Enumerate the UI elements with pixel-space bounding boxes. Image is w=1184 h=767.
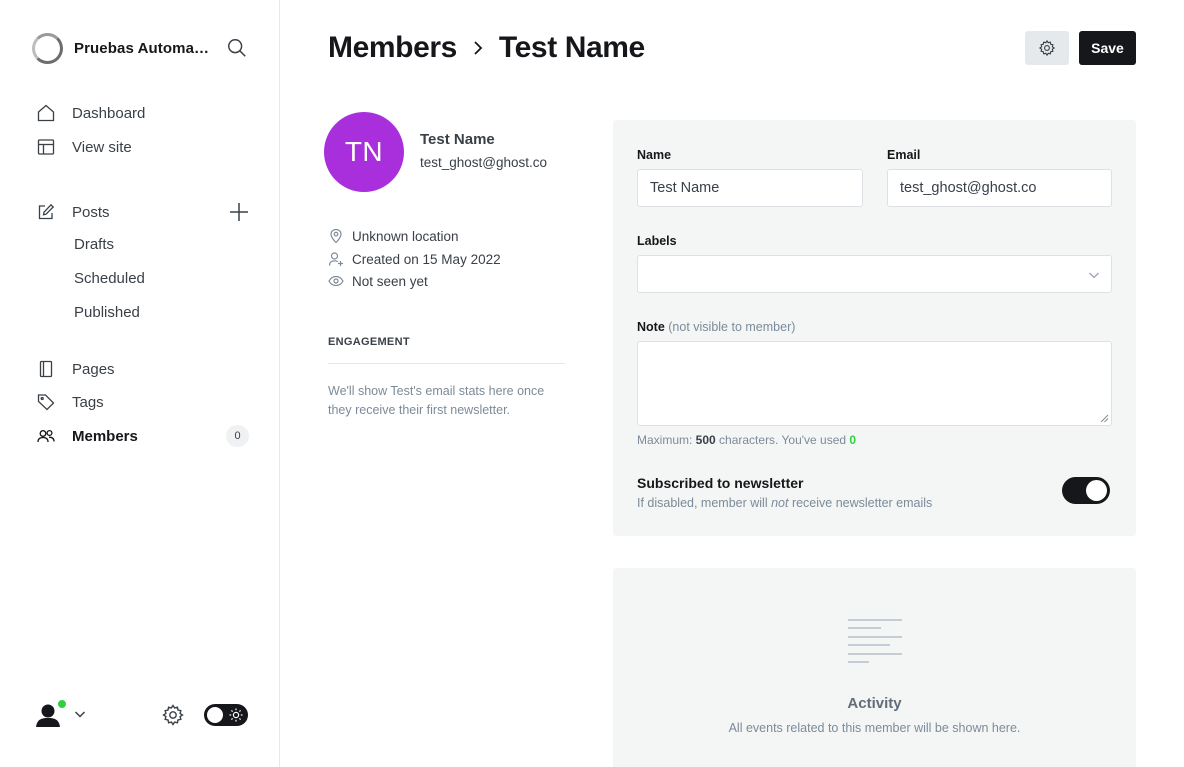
nav-posts[interactable]: Posts bbox=[36, 199, 110, 225]
member-details-form: Name Test Name Email test_ghost@ghost.co… bbox=[613, 120, 1136, 536]
member-location-text: Unknown location bbox=[352, 228, 459, 244]
counter-max: 500 bbox=[695, 433, 716, 447]
nav-tags[interactable]: Tags bbox=[36, 389, 104, 415]
activity-description: All events related to this member will b… bbox=[728, 721, 1021, 735]
name-label: Name bbox=[637, 148, 672, 162]
nav-tags-label: Tags bbox=[72, 393, 104, 411]
toggle-knob bbox=[1086, 480, 1107, 501]
members-icon bbox=[36, 426, 56, 446]
nav-view-site-label: View site bbox=[72, 138, 132, 156]
nav-pages-label: Pages bbox=[72, 360, 115, 378]
newsletter-title: Subscribed to newsletter bbox=[637, 475, 804, 491]
layout-icon bbox=[36, 137, 56, 157]
member-last-seen-text: Not seen yet bbox=[352, 273, 428, 289]
member-avatar: TN bbox=[324, 112, 404, 192]
home-icon bbox=[36, 103, 56, 123]
nav-view-site[interactable]: View site bbox=[36, 134, 132, 160]
member-actions-button[interactable] bbox=[1025, 31, 1069, 65]
site-logo bbox=[32, 32, 63, 64]
resize-grip-icon[interactable] bbox=[1100, 414, 1109, 423]
location-pin-icon bbox=[330, 228, 342, 244]
breadcrumb-members-link[interactable]: Members bbox=[328, 31, 457, 65]
page-icon bbox=[36, 359, 56, 379]
member-name: Test Name bbox=[420, 131, 495, 148]
nav-dashboard-label: Dashboard bbox=[72, 104, 146, 122]
online-status-dot bbox=[57, 699, 67, 709]
members-count-badge: 0 bbox=[226, 425, 249, 447]
activity-panel: Activity All events related to this memb… bbox=[613, 568, 1136, 767]
name-input[interactable]: Test Name bbox=[637, 169, 863, 207]
member-created-text: Created on 15 May 2022 bbox=[352, 251, 501, 267]
engagement-divider bbox=[328, 363, 565, 364]
chevron-down-icon bbox=[1089, 272, 1099, 279]
toggle-knob bbox=[207, 707, 223, 723]
newsletter-help-part2: receive newsletter emails bbox=[788, 496, 933, 510]
save-button[interactable]: Save bbox=[1079, 31, 1136, 65]
note-label-text: Note bbox=[637, 320, 665, 334]
newsletter-help-em: not bbox=[771, 496, 789, 510]
note-label: Note (not visible to member) bbox=[637, 320, 795, 334]
sun-icon bbox=[229, 708, 243, 722]
site-brand[interactable]: Pruebas Automatizadas bbox=[32, 32, 210, 64]
chevron-right-icon bbox=[474, 41, 483, 55]
gear-icon[interactable] bbox=[161, 703, 185, 727]
nav-published[interactable]: Published bbox=[74, 304, 140, 321]
page-title: Test Name bbox=[498, 31, 645, 64]
note-char-counter: Maximum: 500 characters. You've used 0 bbox=[637, 433, 856, 447]
member-created: Created on 15 May 2022 bbox=[328, 250, 501, 268]
tag-icon bbox=[36, 392, 56, 412]
eye-icon bbox=[328, 275, 344, 287]
breadcrumb: Members Test Name bbox=[328, 28, 645, 68]
note-textarea[interactable] bbox=[637, 341, 1112, 426]
newsletter-toggle[interactable] bbox=[1062, 477, 1110, 504]
nav-dashboard[interactable]: Dashboard bbox=[36, 100, 145, 126]
engagement-text: We'll show Test's email stats here once … bbox=[328, 384, 545, 417]
nav-members-label: Members bbox=[72, 427, 138, 445]
counter-used: 0 bbox=[849, 433, 857, 447]
site-name: Pruebas Automatizadas bbox=[74, 39, 210, 57]
member-last-seen: Not seen yet bbox=[328, 272, 428, 290]
note-hint: (not visible to member) bbox=[668, 320, 796, 334]
nav-pages[interactable]: Pages bbox=[36, 356, 115, 382]
sidebar: Pruebas Automatizadas Dashboard View sit… bbox=[0, 0, 280, 767]
newsletter-help-part1: If disabled, member will bbox=[637, 496, 772, 510]
activity-list-icon bbox=[848, 619, 902, 663]
labels-select[interactable] bbox=[637, 255, 1112, 293]
counter-mid: characters. You've used bbox=[715, 433, 850, 447]
plus-icon[interactable] bbox=[228, 201, 250, 223]
counter-prefix: Maximum: bbox=[637, 433, 696, 447]
nav-scheduled[interactable]: Scheduled bbox=[74, 270, 145, 287]
edit-icon bbox=[36, 202, 56, 222]
engagement-heading: ENGAGEMENT bbox=[328, 336, 410, 348]
email-label: Email bbox=[887, 148, 921, 162]
nav-members[interactable]: Members bbox=[36, 423, 138, 449]
newsletter-help: If disabled, member will not receive new… bbox=[637, 496, 932, 510]
member-location: Unknown location bbox=[328, 227, 459, 245]
labels-label: Labels bbox=[637, 234, 677, 248]
nav-drafts[interactable]: Drafts bbox=[74, 236, 114, 253]
gear-icon bbox=[1038, 39, 1056, 57]
activity-title: Activity bbox=[847, 695, 902, 712]
nav-posts-label: Posts bbox=[72, 203, 110, 221]
user-add-icon bbox=[328, 252, 343, 266]
chevron-down-icon[interactable] bbox=[73, 707, 87, 721]
member-email: test_ghost@ghost.co bbox=[420, 155, 548, 170]
night-mode-toggle[interactable] bbox=[204, 704, 248, 726]
search-icon[interactable] bbox=[226, 37, 248, 59]
email-input[interactable]: test_ghost@ghost.co bbox=[887, 169, 1112, 207]
